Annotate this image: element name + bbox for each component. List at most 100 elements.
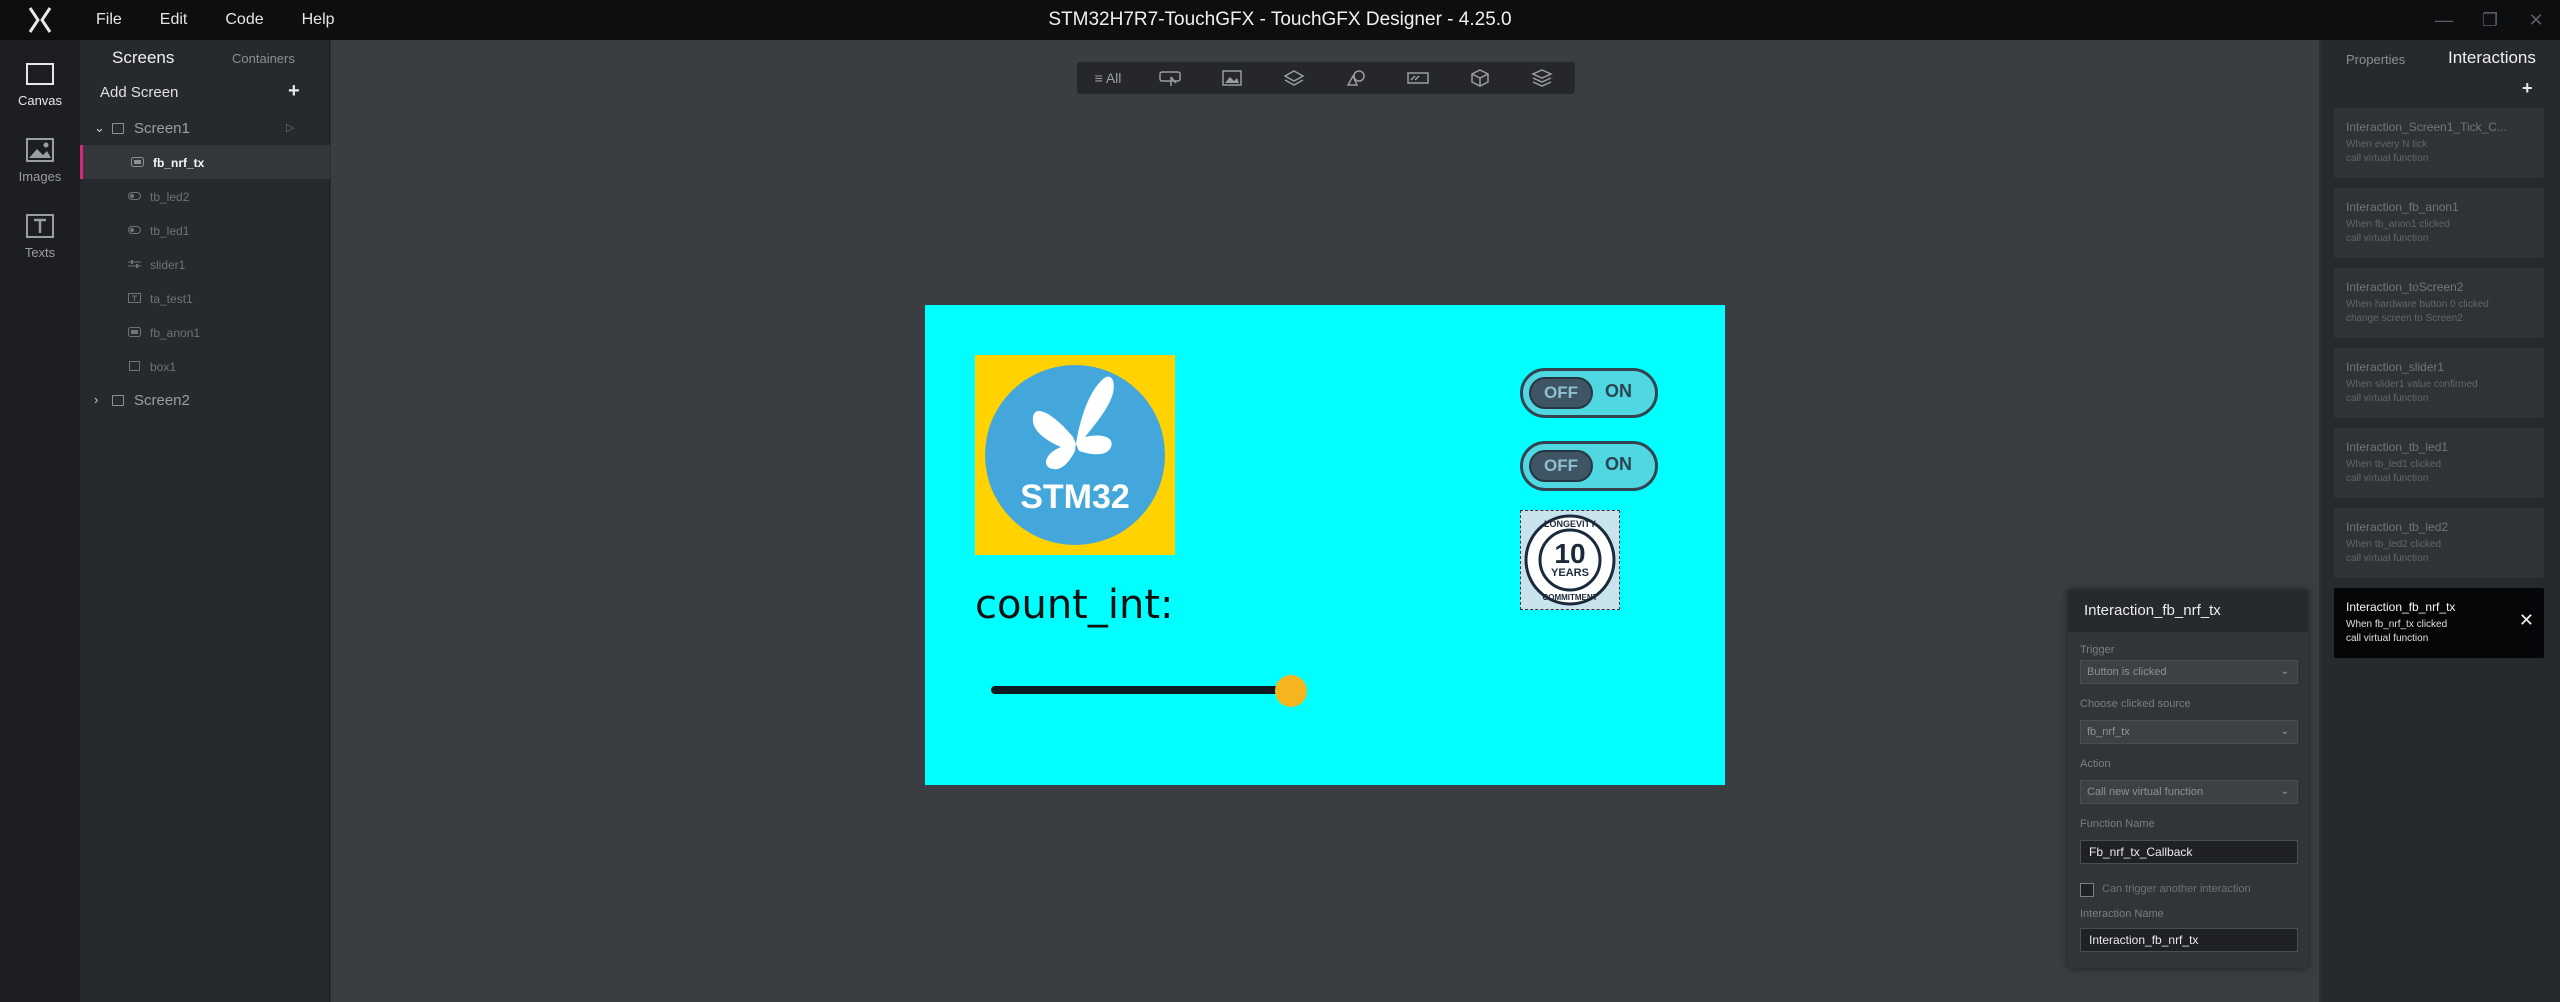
tree-widget-tb_led2[interactable]: tb_led2 <box>80 179 330 213</box>
close-button[interactable]: ✕ <box>2512 0 2560 40</box>
count-int-label: count_int: <box>975 582 1174 628</box>
fb-nrf-tx-button[interactable]: LONGEVITY 10 YEARS COMMITMENT <box>1520 510 1620 610</box>
stm32-logo-image[interactable]: STM32 <box>975 355 1175 555</box>
flex-button-icon <box>128 327 141 337</box>
interaction-action: call virtual function <box>2346 393 2429 404</box>
interaction-card[interactable]: Interaction_toScreen2 When hardware butt… <box>2334 268 2544 338</box>
canvas-area[interactable]: ≡ All STM32 count_int: OFF ON OFF ON LON… <box>331 40 2546 1002</box>
interaction-card[interactable]: Interaction_tb_led1 When tb_led1 clicked… <box>2334 428 2544 498</box>
interaction-name: Interaction_toScreen2 <box>2346 280 2464 294</box>
screen-preview[interactable]: STM32 count_int: OFF ON OFF ON LONGEVITY… <box>925 305 1725 785</box>
interaction-action: call virtual function <box>2346 473 2429 484</box>
menu-file[interactable]: File <box>96 0 122 40</box>
filter-progress[interactable] <box>1387 62 1449 94</box>
cube-icon <box>1471 69 1489 87</box>
play-icon[interactable]: ▷ <box>286 121 294 134</box>
menu-edit[interactable]: Edit <box>160 0 188 40</box>
filter-shapes[interactable] <box>1325 62 1387 94</box>
rail-texts[interactable]: Texts <box>0 202 80 272</box>
interaction-name: Interaction_tb_led2 <box>2346 520 2449 534</box>
function-name-label: Function Name <box>2080 818 2155 830</box>
slider-knob[interactable] <box>1275 675 1307 707</box>
add-interaction-plus-icon[interactable]: + <box>2522 78 2533 99</box>
interaction-trigger: When tb_led1 clicked <box>2346 459 2442 470</box>
interaction-name-input[interactable]: Interaction_fb_nrf_tx <box>2080 928 2298 952</box>
chevron-down-icon: ⌄ <box>2280 666 2289 677</box>
rail-label: Images <box>18 169 62 184</box>
tree-screen1[interactable]: ⌄ Screen1 ▷ <box>80 111 330 145</box>
filter-buttons[interactable] <box>1139 62 1201 94</box>
source-value: fb_nrf_tx <box>2087 726 2130 738</box>
widget-name: slider1 <box>150 258 186 272</box>
tree-widget-fb_nrf_tx[interactable]: fb_nrf_tx <box>80 145 330 179</box>
trigger-select[interactable]: Button is clicked ⌄ <box>2080 660 2298 684</box>
action-value: Call new virtual function <box>2087 786 2204 798</box>
canvas-icon <box>26 63 54 85</box>
toggle-tb-led2[interactable]: OFF ON <box>1520 368 1658 418</box>
chevron-down-icon[interactable]: ⌄ <box>94 120 105 136</box>
source-label: Choose clicked source <box>2080 698 2191 710</box>
tree-widget-slider1[interactable]: slider1 <box>80 247 330 281</box>
restore-button[interactable]: ❐ <box>2466 0 2514 40</box>
screen-icon <box>112 395 124 406</box>
interaction-card[interactable]: Interaction_tb_led2 When tb_led2 clicked… <box>2334 508 2544 578</box>
widget-name: fb_nrf_tx <box>153 156 205 170</box>
filter-images[interactable] <box>1201 62 1263 94</box>
tab-screens[interactable]: Screens <box>112 48 174 68</box>
add-screen-row[interactable]: Add Screen + <box>80 76 330 110</box>
screens-tabs: Screens Containers <box>80 40 329 76</box>
interaction-name: Interaction_fb_nrf_tx <box>2346 600 2456 614</box>
add-screen-plus-icon[interactable]: + <box>288 80 300 103</box>
interaction-card[interactable]: Interaction_slider1 When slider1 value c… <box>2334 348 2544 418</box>
action-select[interactable]: Call new virtual function ⌄ <box>2080 780 2298 804</box>
interaction-card[interactable]: Interaction_Screen1_Tick_C... When every… <box>2334 108 2544 178</box>
interaction-trigger: When fb_anon1 clicked <box>2346 219 2450 230</box>
button-widget-icon <box>1159 71 1181 86</box>
filter-misc[interactable] <box>1511 62 1573 94</box>
rail-images[interactable]: Images <box>0 126 80 196</box>
interaction-card[interactable]: Interaction_fb_anon1 When fb_anon1 click… <box>2334 188 2544 258</box>
close-icon[interactable]: ✕ <box>2519 610 2534 631</box>
interaction-name: Interaction_slider1 <box>2346 360 2445 374</box>
filter-all-button[interactable]: ≡ All <box>1077 62 1139 94</box>
interaction-name: Interaction_Screen1_Tick_C... <box>2346 120 2507 134</box>
minimize-button[interactable]: — <box>2420 0 2468 40</box>
interaction-trigger: When tb_led2 clicked <box>2346 539 2442 550</box>
tree-widget-box1[interactable]: box1 <box>80 349 330 383</box>
function-name-input[interactable]: Fb_nrf_tx_Callback <box>2080 840 2298 864</box>
tab-containers[interactable]: Containers <box>232 51 295 66</box>
toggle-button-icon <box>128 192 141 200</box>
touchgfx-logo-icon[interactable] <box>28 6 52 34</box>
tree-widget-ta_test1[interactable]: ta_test1 <box>80 281 330 315</box>
menu-code[interactable]: Code <box>225 0 263 40</box>
can-trigger-label: Can trigger another interaction <box>2102 883 2251 895</box>
can-trigger-checkbox[interactable] <box>2080 883 2094 897</box>
filter-containers[interactable] <box>1263 62 1325 94</box>
slider-icon <box>128 260 141 268</box>
tree-screen2[interactable]: › Screen2 <box>80 383 330 417</box>
slider-track[interactable] <box>991 686 1291 694</box>
tree-widget-fb_anon1[interactable]: fb_anon1 <box>80 315 330 349</box>
menu-help[interactable]: Help <box>302 0 335 40</box>
source-select[interactable]: fb_nrf_tx ⌄ <box>2080 720 2298 744</box>
widget-toolbar: ≡ All <box>1077 62 1575 94</box>
shapes-icon <box>1346 70 1365 86</box>
interaction-name: Interaction_fb_anon1 <box>2346 200 2459 214</box>
rail-label: Canvas <box>17 93 63 108</box>
toggle-tb-led1[interactable]: OFF ON <box>1520 441 1658 491</box>
badge-top-text: LONGEVITY <box>1544 519 1596 529</box>
trigger-value: Button is clicked <box>2087 666 2167 678</box>
interaction-name-label: Interaction Name <box>2080 908 2164 920</box>
toggle-on-label: ON <box>1605 454 1632 474</box>
rail-canvas[interactable]: Canvas <box>0 50 80 120</box>
tree-widget-tb_led1[interactable]: tb_led1 <box>80 213 330 247</box>
chevron-down-icon: ⌄ <box>2280 786 2289 797</box>
tab-properties[interactable]: Properties <box>2346 52 2405 67</box>
interaction-card-selected[interactable]: Interaction_fb_nrf_tx When fb_nrf_tx cli… <box>2334 588 2544 658</box>
chevron-right-icon[interactable]: › <box>94 392 98 407</box>
filter-3d[interactable] <box>1449 62 1511 94</box>
interaction-action: call virtual function <box>2346 233 2429 244</box>
interaction-trigger: When hardware button 0 clicked <box>2346 299 2489 310</box>
left-rail: Canvas Images Texts <box>0 40 80 1002</box>
tab-interactions[interactable]: Interactions <box>2448 48 2536 68</box>
